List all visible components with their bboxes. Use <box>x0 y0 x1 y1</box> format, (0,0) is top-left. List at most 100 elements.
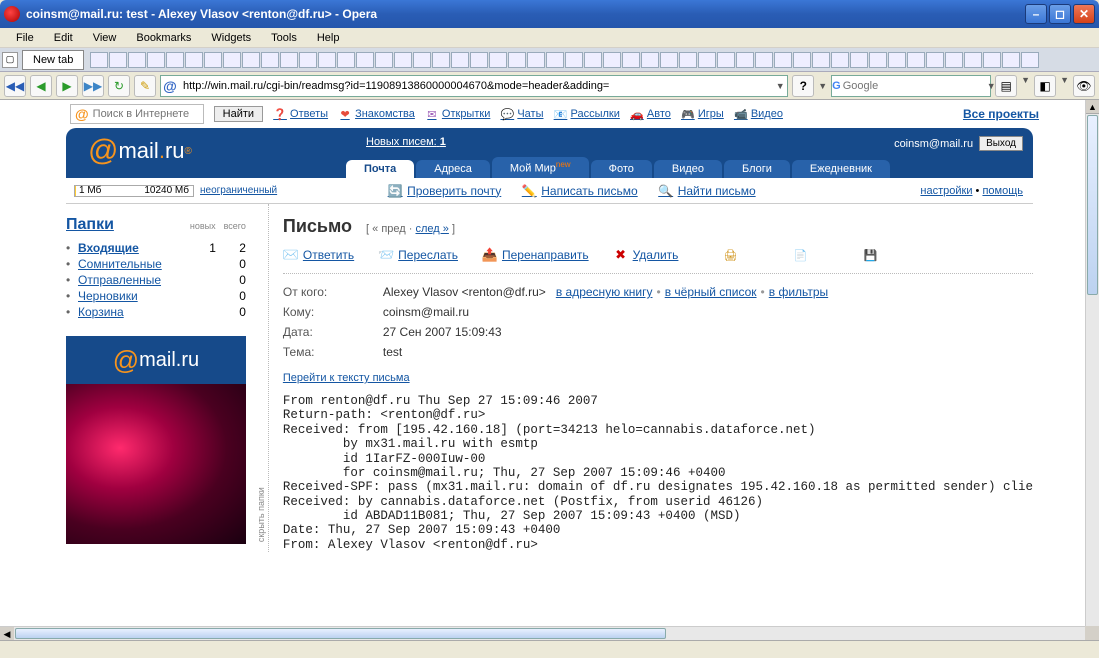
folder-row[interactable]: •Сомнительные0 <box>66 256 246 272</box>
chevron-down-icon[interactable]: ▼ <box>1021 75 1030 97</box>
help-link[interactable]: помощь <box>982 185 1023 197</box>
horizontal-scrollbar[interactable]: ◀ <box>0 626 1085 640</box>
thumb-icon[interactable] <box>888 52 906 68</box>
thumb-icon[interactable] <box>299 52 317 68</box>
forward-link[interactable]: Переслать <box>398 248 458 262</box>
thumb-icon[interactable] <box>223 52 241 68</box>
address-input[interactable] <box>179 80 773 92</box>
folder-row[interactable]: •Отправленные0 <box>66 272 246 288</box>
chevron-down-icon[interactable]: ▼ <box>818 81 827 91</box>
service-games[interactable]: 🎮Игры <box>681 107 724 121</box>
logout-button[interactable]: Выход <box>979 136 1023 151</box>
check-mail-link[interactable]: 🔄Проверить почту <box>387 183 501 199</box>
thumb-icon[interactable] <box>337 52 355 68</box>
reload-button[interactable]: ↻ <box>108 75 130 97</box>
menu-widgets[interactable]: Widgets <box>201 30 261 46</box>
fast-forward-button[interactable]: ▶▶ <box>82 75 104 97</box>
print-icon[interactable]: 🖨 <box>722 247 738 263</box>
thumb-icon[interactable] <box>565 52 583 68</box>
back-button[interactable]: ◀◀ <box>4 75 26 97</box>
menu-bookmarks[interactable]: Bookmarks <box>126 30 201 46</box>
address-dropdown-icon[interactable]: ▼ <box>773 81 787 91</box>
tab-photo[interactable]: Фото <box>591 160 652 178</box>
find-mail-link[interactable]: 🔍Найти письмо <box>658 183 756 199</box>
thumb-icon[interactable] <box>926 52 944 68</box>
notes-button[interactable]: ▤ <box>995 75 1017 97</box>
folder-name[interactable]: Отправленные <box>78 273 186 287</box>
binoculars-button[interactable]: 👁 <box>1073 75 1095 97</box>
mailru-banner[interactable]: @mail.ru <box>66 336 246 384</box>
thumb-icon[interactable] <box>356 52 374 68</box>
source-icon[interactable]: 📄 <box>792 247 808 263</box>
menu-view[interactable]: View <box>83 30 127 46</box>
mail-search-input[interactable] <box>93 108 203 120</box>
thumb-icon[interactable] <box>698 52 716 68</box>
thumb-icon[interactable] <box>945 52 963 68</box>
thumb-icon[interactable] <box>1021 52 1039 68</box>
wand-button[interactable]: ✎ <box>134 75 156 97</box>
folders-title[interactable]: Папки <box>66 216 190 234</box>
thumb-icon[interactable] <box>546 52 564 68</box>
thumb-icon[interactable] <box>261 52 279 68</box>
thumb-icon[interactable] <box>90 52 108 68</box>
forward-button[interactable]: ▶ <box>56 75 78 97</box>
thumb-icon[interactable] <box>375 52 393 68</box>
tab-diary[interactable]: Ежедневник <box>792 160 890 178</box>
thumb-icon[interactable] <box>603 52 621 68</box>
unlimited-link[interactable]: неограниченный <box>200 185 277 196</box>
thumb-icon[interactable] <box>185 52 203 68</box>
thumb-icon[interactable] <box>204 52 222 68</box>
thumb-icon[interactable] <box>413 52 431 68</box>
ad-banner[interactable] <box>66 384 246 544</box>
menu-help[interactable]: Help <box>307 30 350 46</box>
service-auto[interactable]: 🚗Авто <box>630 107 671 121</box>
tab-mail[interactable]: Почта <box>346 160 414 178</box>
thumb-icon[interactable] <box>394 52 412 68</box>
new-tab-button[interactable]: ▢ <box>2 52 18 68</box>
thumb-icon[interactable] <box>489 52 507 68</box>
minimize-button[interactable]: – <box>1025 4 1047 24</box>
chevron-down-icon[interactable]: ▼ <box>1060 75 1069 97</box>
thumb-icon[interactable] <box>242 52 260 68</box>
thumb-icon[interactable] <box>584 52 602 68</box>
all-projects-link[interactable]: Все проекты <box>963 107 1089 121</box>
service-mailings[interactable]: 📧Рассылки <box>554 107 620 121</box>
thumb-icon[interactable] <box>527 52 545 68</box>
folder-name[interactable]: Корзина <box>78 305 186 319</box>
thumb-icon[interactable] <box>451 52 469 68</box>
folder-row[interactable]: •Входящие12 <box>66 240 246 256</box>
thumb-icon[interactable] <box>128 52 146 68</box>
scroll-up-arrow[interactable]: ▲ <box>1086 100 1099 114</box>
thumb-icon[interactable] <box>907 52 925 68</box>
thumb-icon[interactable] <box>717 52 735 68</box>
security-button[interactable]: ? <box>792 75 814 97</box>
thumb-icon[interactable] <box>774 52 792 68</box>
tab-mymir[interactable]: Мой Мирnew <box>492 157 589 178</box>
new-messages-link[interactable]: Новых писем: 1 <box>366 136 446 148</box>
thumb-icon[interactable] <box>109 52 127 68</box>
thumb-icon[interactable] <box>679 52 697 68</box>
vertical-scrollbar[interactable]: ▲ ▼ <box>1085 100 1099 640</box>
delete-link[interactable]: Удалить <box>633 248 679 262</box>
thumb-icon[interactable] <box>869 52 887 68</box>
thumb-icon[interactable] <box>755 52 773 68</box>
maximize-button[interactable]: ◻ <box>1049 4 1071 24</box>
service-cards[interactable]: ✉Открытки <box>425 107 490 121</box>
hide-folders-toggle[interactable]: скрыть папки <box>254 204 268 552</box>
thumb-icon[interactable] <box>660 52 678 68</box>
add-to-blacklist-link[interactable]: в чёрный список <box>665 285 757 299</box>
scroll-thumb[interactable] <box>1087 115 1098 295</box>
thumb-icon[interactable] <box>812 52 830 68</box>
tab-addresses[interactable]: Адреса <box>416 160 490 178</box>
menu-edit[interactable]: Edit <box>44 30 83 46</box>
menu-tools[interactable]: Tools <box>261 30 307 46</box>
thumb-icon[interactable] <box>470 52 488 68</box>
menu-file[interactable]: File <box>6 30 44 46</box>
thumb-icon[interactable] <box>641 52 659 68</box>
browser-tab[interactable]: New tab <box>22 50 84 70</box>
scroll-left-arrow[interactable]: ◀ <box>0 627 14 640</box>
goto-text-link[interactable]: Перейти к тексту письма <box>283 372 410 384</box>
add-to-addressbook-link[interactable]: в адресную книгу <box>556 285 653 299</box>
compose-link[interactable]: ✏️Написать письмо <box>521 183 637 199</box>
thumb-icon[interactable] <box>831 52 849 68</box>
